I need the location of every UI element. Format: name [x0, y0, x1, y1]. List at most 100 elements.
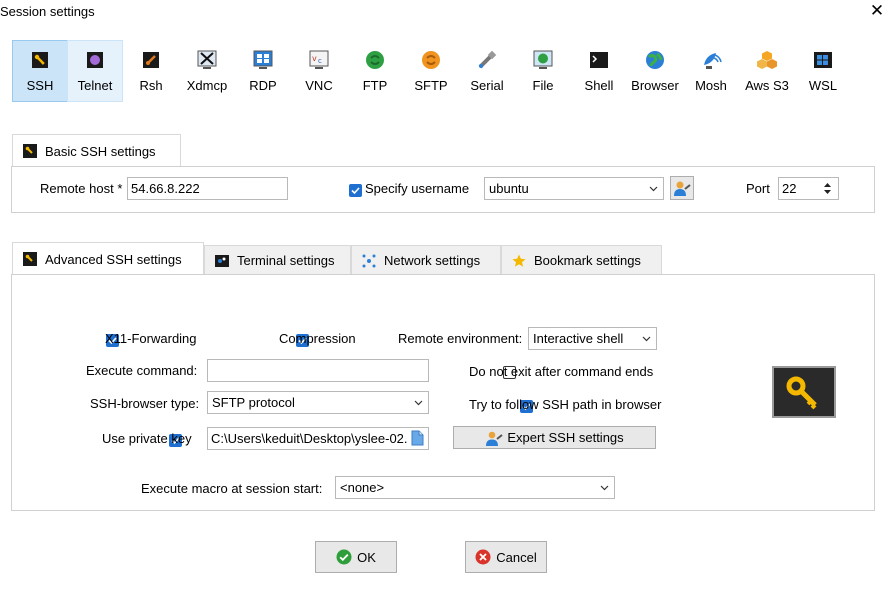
specify-username-checkbox[interactable] [349, 184, 362, 198]
terminal-icon [215, 254, 229, 267]
title-bar [0, 0, 887, 24]
protocol-vnc[interactable]: v c VNC [291, 40, 347, 102]
protocol-label: Rsh [139, 78, 163, 93]
remote-host-input[interactable]: 54.66.8.222 [127, 177, 288, 200]
remote-environment-label: Remote environment: [398, 331, 523, 346]
port-label: Port [746, 181, 770, 196]
protocol-label: Mosh [695, 78, 727, 93]
wrench-icon [23, 144, 37, 158]
protocol-label: RDP [249, 78, 277, 93]
protocol-label: Xdmcp [186, 78, 228, 93]
protocol-label: WSL [808, 78, 838, 93]
tab-bookmark-settings[interactable]: Bookmark settings [501, 245, 662, 275]
protocol-label: FTP [362, 78, 388, 93]
spinner-arrows-icon[interactable] [823, 181, 832, 196]
tab-network-settings[interactable]: Network settings [351, 245, 501, 275]
rdp-icon [253, 50, 273, 69]
ok-button[interactable]: OK [315, 541, 397, 573]
tab-basic-ssh-settings[interactable]: Basic SSH settings [12, 134, 181, 167]
execute-command-label: Execute command: [86, 363, 198, 378]
tab-advanced-ssh-settings[interactable]: Advanced SSH settings [12, 242, 204, 275]
browser-icon [646, 51, 664, 69]
follow-ssh-path-label: Try to follow SSH path in browser [469, 397, 662, 412]
protocol-telnet[interactable]: Telnet [67, 40, 123, 102]
chevron-down-icon [642, 336, 651, 342]
cancel-button[interactable]: Cancel [465, 541, 547, 573]
protocol-wsl[interactable]: WSL [795, 40, 851, 102]
chevron-down-icon [649, 186, 658, 192]
expert-ssh-settings-label: Expert SSH settings [507, 430, 624, 445]
user-manager-button[interactable] [670, 176, 694, 200]
protocol-shell[interactable]: Shell [571, 40, 627, 102]
serial-icon [478, 50, 497, 69]
username-select[interactable]: ubuntu [484, 177, 664, 200]
vnc-icon: v c [309, 50, 329, 69]
execute-macro-select[interactable]: <none> [335, 476, 615, 499]
protocol-label: Serial [470, 78, 504, 93]
protocol-sftp[interactable]: SFTP [403, 40, 459, 102]
ssh-browser-type-select[interactable]: SFTP protocol [207, 391, 429, 414]
execute-macro-label: Execute macro at session start: [141, 481, 323, 496]
cancel-label: Cancel [496, 549, 537, 565]
tab-label: Network settings [384, 253, 481, 268]
protocol-label: File [532, 78, 554, 93]
user-icon [674, 181, 691, 196]
file-browse-icon[interactable] [411, 430, 424, 446]
username-value: ubuntu [489, 181, 529, 196]
protocol-browser[interactable]: Browser [627, 40, 683, 102]
ok-label: OK [357, 549, 376, 565]
x11-forwarding-label: X11-Forwarding [105, 331, 197, 346]
expert-ssh-settings-button[interactable]: Expert SSH settings [453, 426, 656, 449]
protocol-ssh[interactable]: SSH [12, 40, 68, 102]
tab-label: Bookmark settings [534, 253, 641, 268]
tab-label: Basic SSH settings [45, 143, 156, 159]
remote-environment-select[interactable]: Interactive shell [528, 327, 657, 350]
tab-terminal-settings[interactable]: Terminal settings [204, 245, 351, 275]
protocol-rsh[interactable]: Rsh [123, 40, 179, 102]
protocol-label: Browser [631, 78, 679, 93]
execute-command-input[interactable] [207, 359, 429, 382]
private-key-input[interactable]: C:\Users\keduit\Desktop\yslee-02. [207, 427, 429, 450]
star-icon [512, 254, 526, 267]
protocol-aws-s3[interactable]: Aws S3 [739, 40, 795, 102]
remote-environment-value: Interactive shell [533, 331, 624, 346]
ftp-icon [366, 51, 384, 69]
tab-label: Advanced SSH settings [45, 251, 182, 267]
protocol-serial[interactable]: Serial [459, 40, 515, 102]
use-private-key-label: Use private key [102, 431, 192, 446]
ssh-browser-type-value: SFTP protocol [212, 395, 295, 410]
telnet-icon [87, 52, 103, 68]
specify-username-label: Specify username [365, 181, 470, 196]
ssh-key-icon [772, 366, 836, 418]
protocol-ftp[interactable]: FTP [347, 40, 403, 102]
svg-text:c: c [318, 57, 322, 65]
user-settings-icon [486, 431, 503, 446]
protocol-xdmcp[interactable]: Xdmcp [179, 40, 235, 102]
shell-icon [590, 52, 608, 68]
sftp-icon [422, 51, 440, 69]
do-not-exit-label: Do not exit after command ends [469, 364, 654, 379]
protocol-mosh[interactable]: Mosh [683, 40, 739, 102]
chevron-down-icon [414, 400, 423, 406]
protocol-label: Telnet [77, 78, 113, 93]
ssh-browser-type-label: SSH-browser type: [90, 396, 200, 411]
protocol-label: Aws S3 [745, 78, 789, 93]
rsh-icon [143, 52, 159, 68]
xdmcp-icon [197, 50, 217, 69]
wrench-icon [23, 252, 37, 266]
protocol-label: SSH [26, 78, 54, 93]
mosh-icon [704, 53, 722, 69]
protocol-label: Shell [584, 78, 614, 93]
execute-macro-value: <none> [340, 480, 385, 495]
remote-host-label: Remote host * [40, 181, 123, 196]
wsl-icon [814, 52, 832, 68]
port-spinner[interactable]: 22 [778, 177, 839, 200]
svg-text:v: v [312, 54, 317, 63]
ssh-icon [32, 52, 48, 68]
aws-s3-icon [757, 51, 777, 69]
protocol-file[interactable]: File [515, 40, 571, 102]
close-button[interactable]: ✕ [867, 1, 887, 21]
protocol-rdp[interactable]: RDP [235, 40, 291, 102]
ok-check-icon [336, 549, 352, 565]
window-title: Session settings [0, 4, 95, 19]
